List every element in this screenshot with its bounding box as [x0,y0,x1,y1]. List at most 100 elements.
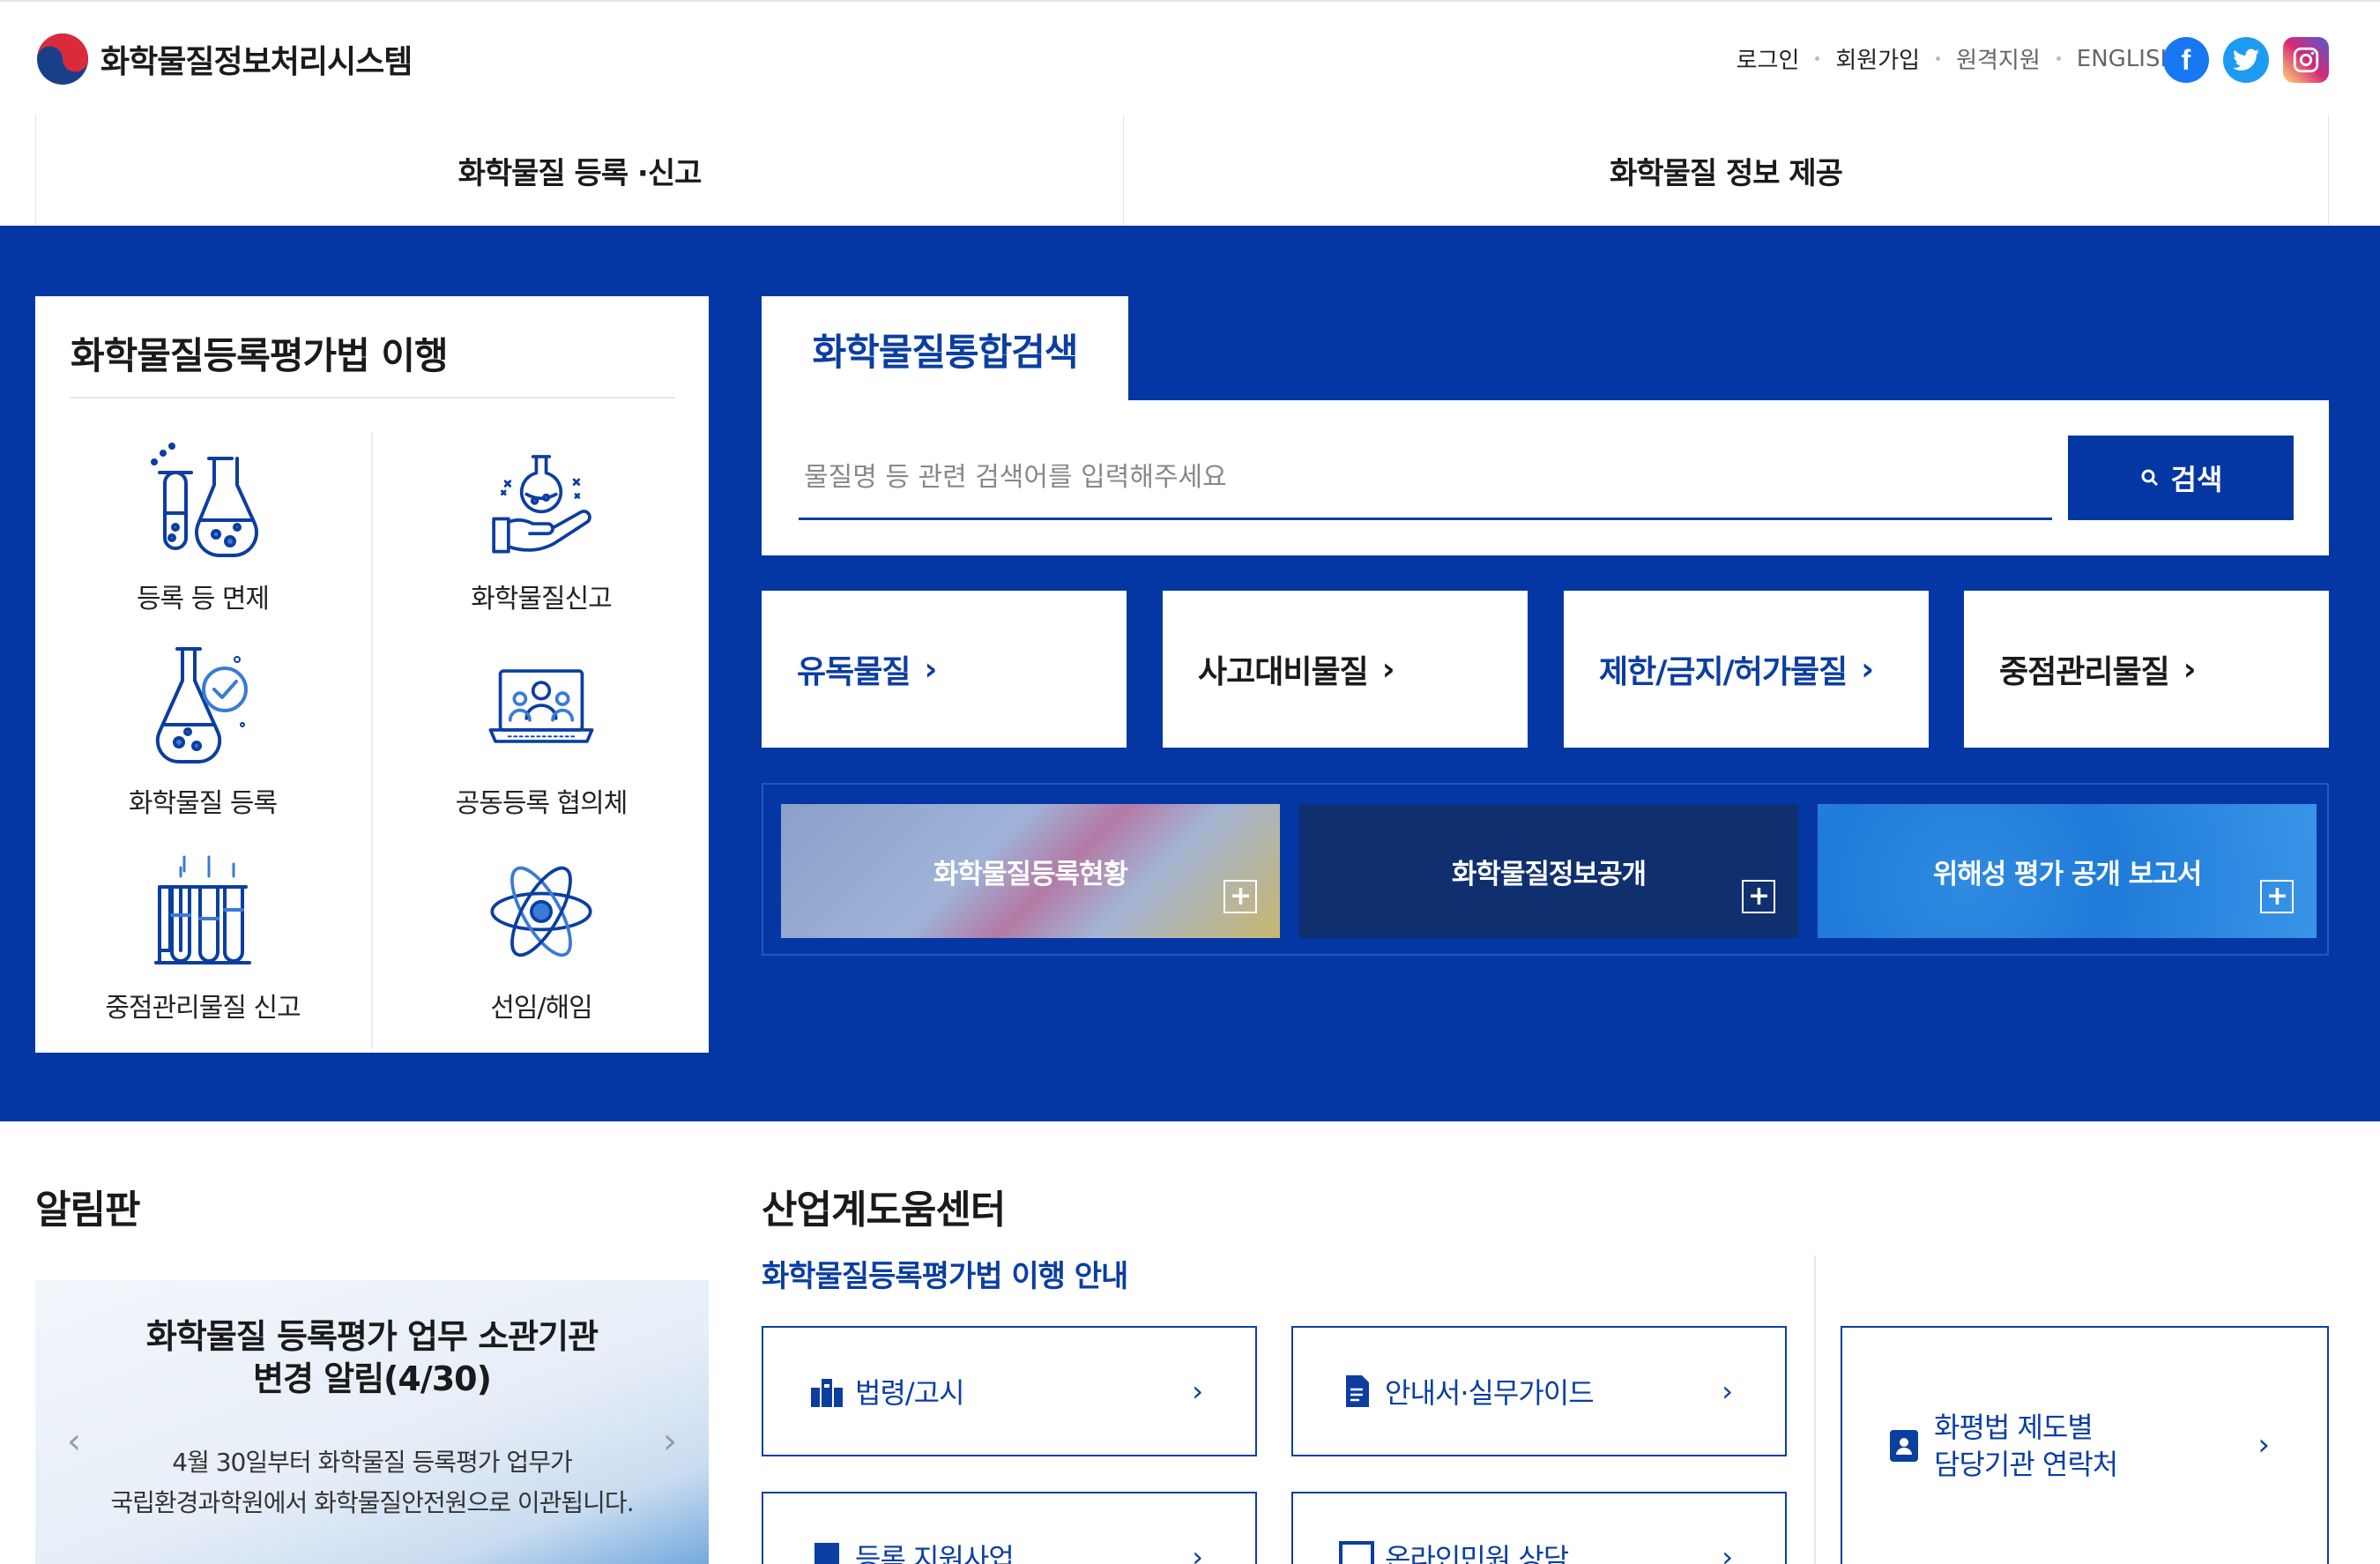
social-links: f [2163,37,2329,83]
quick-item-label: 공동등록 협의체 [455,788,628,819]
contact-label-line: 담당기관 연락처 [1934,1448,2118,1481]
banner-group: 화학물질등록현황 + 화학물질정보공개 + 위해성 평가 공개 보고서 + [762,783,2329,956]
login-link[interactable]: 로그인 [1737,42,1800,75]
quick-item-label: 등록 등 면제 [136,584,270,614]
search-button[interactable]: 검색 [2068,436,2294,520]
category-label: 사고대비물질 [1198,654,1369,690]
chevron-right-icon: › [1381,651,1395,688]
chevron-right-icon: › [924,651,937,688]
divider [1814,1255,1816,1564]
site-title: 화학물질정보처리시스템 [100,44,413,80]
notice-body-line: 4월 30일부터 화학물질 등록평가 업무가 [172,1448,572,1477]
contact-book-icon [1890,1430,1918,1462]
category-label: 유독물질 [797,654,911,690]
chevron-right-icon: › [1722,1540,1733,1564]
search-icon [2141,469,2158,487]
notice-heading: 알림판 [35,1188,140,1233]
notice-title-line: 변경 알림(4/30) [252,1359,492,1398]
site-header: 화학물질정보처리시스템 로그인 회원가입 원격지원 ENGLISH f [0,0,2380,115]
link-label: 온라인민원 상담 [1385,1542,1569,1564]
quick-item-chemical-report[interactable]: 화학물질신고 [374,428,709,631]
notice-title: 화학물질 등록평가 업무 소관기관 변경 알림(4/30) [35,1315,709,1400]
facebook-icon[interactable]: f [2163,37,2209,83]
banner-risk-report[interactable]: 위해성 평가 공개 보고서 + [1818,804,2317,938]
notice-body-line: 국립환경과학원에서 화학물질안전원으로 이관됩니다. [110,1488,634,1517]
document-icon [1346,1375,1369,1407]
quick-item-label: 화학물질신고 [471,584,613,614]
site-logo[interactable]: 화학물질정보처리시스템 [35,32,413,86]
banner-info-disclosure[interactable]: 화학물질정보공개 + [1299,804,1798,938]
separator-dot [1815,56,1820,61]
quick-item-consortium[interactable]: 공동등록 협의체 [374,633,709,836]
search-tab[interactable]: 화학물질통합검색 [762,296,1128,402]
help-subheading: 화학물질등록평가법 이행 안내 [762,1259,1128,1294]
category-toxic[interactable]: 유독물질 › [762,591,1127,748]
quick-item-exemption[interactable]: 등록 등 면제 [35,428,370,631]
chevron-right-icon: › [1722,1374,1733,1408]
plus-icon: + [1742,880,1775,913]
instagram-icon[interactable] [2283,37,2329,83]
search-input[interactable] [799,437,2052,520]
chevron-right-icon: › [1192,1540,1203,1564]
contact-label: 화평법 제도별 담당기관 연락처 [1934,1409,2118,1483]
taegeuk-icon [37,34,88,85]
separator-dot [1936,56,1941,61]
test-tubes-icon [154,855,251,964]
plus-icon: + [2260,880,2294,913]
category-label: 중점관리물질 [1999,654,2170,690]
link-guides[interactable]: 안내서·실무가이드 › [1291,1326,1787,1456]
flasks-icon [151,443,258,557]
quick-item-priority-report[interactable]: 중점관리물질 신고 [35,838,370,1040]
link-support-program[interactable]: 등록 지원사업 › [762,1492,1257,1564]
twitter-icon[interactable] [2223,37,2269,83]
laptop-group-icon [488,669,594,743]
hand-flask-icon [492,455,591,554]
quick-item-appointment[interactable]: 선임/해임 [374,838,709,1040]
search-box: 검색 [762,400,2329,555]
link-online-inquiry[interactable]: 온라인민원 상담 › [1291,1492,1787,1564]
atom-icon [490,866,592,957]
quick-panel: 화학물질등록평가법 이행 등록 등 면제 화학물질신고 화학물질 등록 공동등록… [35,296,709,1053]
chevron-right-icon: › [2257,1427,2270,1463]
category-priority[interactable]: 중점관리물질 › [1964,591,2329,748]
quick-item-label: 중점관리물질 신고 [105,993,301,1024]
search-button-label: 검색 [2170,463,2223,496]
panel-title: 화학물질등록평가법 이행 [71,334,449,377]
flask-check-icon [155,647,248,764]
notice-slide[interactable]: 화학물질 등록평가 업무 소관기관 변경 알림(4/30) ‹ › 4월 30일… [35,1280,709,1564]
notice-body: 4월 30일부터 화학물질 등록평가 업무가 국립환경과학원에서 화학물질안전원… [35,1442,709,1523]
banner-registration-status[interactable]: 화학물질등록현황 + [781,804,1280,938]
category-label: 제한/금지/허가물질 [1599,654,1848,690]
book-icon [814,1543,839,1564]
english-link[interactable]: ENGLISH [2077,46,2177,72]
category-restricted[interactable]: 제한/금지/허가물질 › [1564,591,1929,748]
plus-icon: + [1223,880,1257,913]
banner-label: 화학물질등록현황 [933,858,1128,890]
remote-support-link[interactable]: 원격지원 [1956,42,2041,75]
nav-info-service[interactable]: 화학물질 정보 제공 [1124,115,2328,226]
contact-box[interactable]: 화평법 제도별 담당기관 연락처 › [1841,1326,2329,1564]
quick-item-label: 선임/해임 [490,993,593,1024]
utility-nav: 로그인 회원가입 원격지원 ENGLISH [1737,42,2177,75]
divider [371,432,373,1049]
quick-item-label: 화학물질 등록 [128,788,278,819]
notice-title-line: 화학물질 등록평가 업무 소관기관 [145,1317,599,1356]
banner-label: 위해성 평가 공개 보고서 [1932,858,2203,890]
quick-item-registration[interactable]: 화학물질 등록 [35,633,370,836]
link-label: 법령/고시 [855,1376,965,1410]
main-nav: 화학물질 등록 ·신고 화학물질 정보 제공 [35,115,2329,226]
monitor-icon [1339,1541,1374,1564]
chevron-right-icon: › [1861,651,1874,688]
link-laws[interactable]: 법령/고시 › [762,1326,1257,1456]
category-accident-prep[interactable]: 사고대비물질 › [1163,591,1528,748]
nav-registration[interactable]: 화학물질 등록 ·신고 [36,115,1124,226]
buildings-icon [811,1379,843,1407]
signup-link[interactable]: 회원가입 [1835,42,1920,75]
banner-label: 화학물질정보공개 [1451,858,1647,890]
contact-label-line: 화평법 제도별 [1934,1411,2094,1444]
separator-dot [2056,56,2061,61]
link-label: 안내서·실무가이드 [1385,1376,1595,1410]
help-center-heading: 산업계도움센터 [762,1188,1006,1233]
link-label: 등록 지원사업 [855,1542,1015,1564]
divider [71,397,675,398]
